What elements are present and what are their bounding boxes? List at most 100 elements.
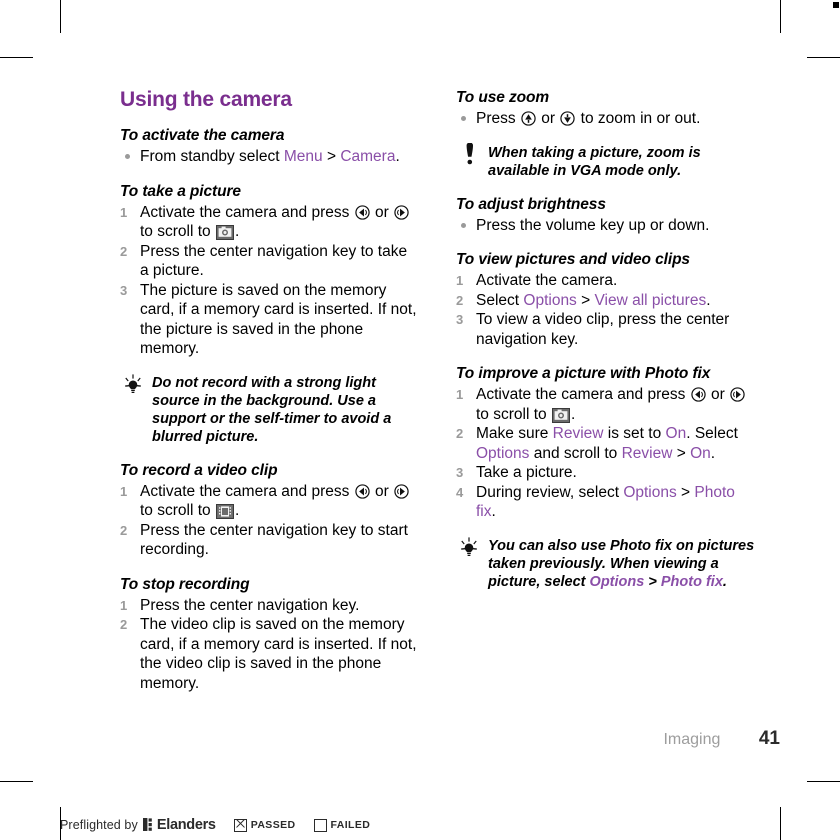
nav-right-key-icon [394, 204, 409, 220]
preflight-brand-text: Elanders [156, 817, 216, 833]
nav-left-key-icon [355, 483, 370, 499]
preflight-brand: Elanders [142, 817, 216, 833]
task-block: To record a video clip 1 Activate the came… [120, 461, 420, 560]
numbered-step-list: 1 Activate the camera. 2 Select Options > V… [456, 271, 756, 349]
callout-note: You can also use Photo fix on pictures t… [456, 536, 756, 591]
ui-term: On [665, 425, 687, 442]
task-block: To view pictures and video clips 1 Activat… [456, 250, 756, 349]
task-block: To activate the camera From standby selec… [120, 126, 420, 167]
task-heading: To use zoom [456, 89, 550, 106]
page-number: 41 [758, 728, 780, 749]
step-number: 1 [120, 483, 128, 499]
step-text: Press the center navigation key. [140, 596, 360, 614]
step-item: 2 Make sure Review is set to On. Select O… [456, 424, 756, 463]
step-text: The picture is saved on the memory card,… [140, 281, 417, 358]
bullet-step-list: Press the volume key up or down. [456, 216, 756, 236]
step-item: 4 During review, select Options > Photo f… [456, 483, 756, 522]
task-heading: To view pictures and video clips [456, 251, 690, 268]
step-number: 1 [120, 597, 128, 613]
ui-term: Options [589, 573, 645, 590]
bullet-dot-icon [461, 222, 466, 228]
step-item: 3 Take a picture. [456, 463, 756, 483]
callout-text: Do not record with a strong light source… [152, 374, 392, 445]
step-text: The video clip is saved on the memory ca… [140, 616, 417, 692]
task-block: To use zoom Press or to zoom in or out. [456, 88, 756, 129]
nav-right-key-icon [730, 387, 745, 402]
checked-box-icon [233, 818, 247, 832]
camera-mode-icon [215, 225, 234, 240]
step-number: 3 [456, 312, 464, 327]
task-block: To stop recording 1 Press the center navig… [120, 575, 420, 694]
step-number: 2 [120, 243, 128, 259]
elanders-logo-icon [142, 818, 154, 831]
step-number: 2 [456, 426, 464, 441]
tip-lightbulb-icon [456, 536, 482, 560]
preflight-stamp: Preflighted by Elanders PASSED FAILED [60, 810, 370, 840]
step-number: 1 [456, 273, 464, 288]
note-exclamation-icon [456, 141, 482, 167]
step-item: 3 To view a video clip, press the center … [456, 310, 756, 349]
callout-text: You can also use Photo fix on pictures t… [488, 537, 755, 590]
ui-term: View all pictures [594, 291, 707, 309]
numbered-step-list: 1 Activate the camera and press or to scr… [456, 385, 756, 522]
step-text: To view a video clip, press the center n… [476, 311, 730, 348]
ui-term: Photo fix [476, 483, 735, 521]
ui-term: Options [523, 291, 577, 309]
page-title: Using the camera [120, 88, 292, 111]
nav-right-key-icon [394, 483, 409, 499]
step-item: From standby select Menu > Camera. [120, 147, 420, 167]
callout-note: When taking a picture, zoom is available… [456, 141, 756, 180]
task-block: To adjust brightness Press the volume key… [456, 195, 756, 236]
step-text: Take a picture. [476, 464, 577, 481]
task-heading: To take a picture [120, 182, 241, 200]
volume-down-key-icon [560, 111, 576, 126]
manual-page: Using the camera To activate the camera F… [0, 0, 840, 840]
step-text: From standby select Menu > Camera. [140, 148, 400, 165]
step-item: 1 Activate the camera and press or to scr… [120, 203, 420, 242]
nav-left-key-icon [355, 204, 370, 220]
step-number: 2 [120, 522, 128, 538]
task-block: To take a picture 1 Activate the camera an… [120, 182, 420, 359]
preflight-failed-label: FAILED [330, 819, 371, 831]
numbered-step-list: 1 Press the center navigation key. 2 The vi… [120, 596, 420, 694]
step-number: 1 [456, 387, 464, 402]
step-number: 1 [120, 204, 128, 220]
nav-left-key-icon [691, 387, 706, 402]
step-number: 3 [120, 282, 128, 298]
step-number: 3 [456, 465, 464, 480]
task-heading: To activate the camera [120, 127, 285, 144]
preflight-passed-label: PASSED [250, 819, 296, 831]
preflight-passed: PASSED [233, 818, 296, 832]
step-item: Press the volume key up or down. [456, 216, 756, 236]
step-text: Activate the camera and press or to scro… [140, 483, 410, 519]
right-column-content: To use zoom Press or to zoom in or out. Wh… [456, 88, 756, 591]
callout-note: Do not record with a strong light source… [120, 373, 420, 446]
empty-box-icon [313, 818, 327, 832]
step-number: 4 [456, 484, 464, 500]
step-text: Press or to zoom in or out. [476, 110, 701, 127]
right-column: To use zoom Press or to zoom in or out. Wh… [456, 88, 756, 606]
step-item: 2 Press the center navigation key to take… [120, 242, 420, 281]
step-text: Press the center navigation key to take … [140, 242, 408, 280]
task-block: To improve a picture with Photo fix 1 Acti… [456, 364, 756, 522]
task-heading: To record a video clip [120, 461, 278, 479]
step-text: Press the volume key up or down. [476, 216, 710, 234]
ui-term: Review [621, 444, 673, 462]
page-footer: Imaging 41 [120, 728, 780, 750]
step-item: 2 Select Options > View all pictures. [456, 291, 756, 311]
footer-chapter-name: Imaging [663, 731, 721, 748]
ui-term: Photo fix [660, 573, 723, 590]
task-heading: To improve a picture with Photo fix [456, 365, 711, 382]
video-mode-icon [215, 504, 234, 519]
step-text: Activate the camera and press or to scro… [140, 204, 410, 240]
step-item: 1 Press the center navigation key. [120, 596, 420, 616]
step-item: 2 Press the center navigation key to star… [120, 521, 420, 560]
left-column: Using the camera To activate the camera F… [120, 88, 420, 708]
step-text: Make sure Review is set to On. Select Op… [476, 425, 738, 462]
step-text: Select Options > View all pictures. [476, 291, 711, 309]
left-column-content: To activate the camera From standby selec… [120, 126, 420, 693]
step-text: Activate the camera and press or to scro… [476, 386, 746, 423]
ui-term: Menu [283, 148, 323, 165]
volume-up-key-icon [521, 111, 536, 126]
step-text: Press the center navigation key to start… [140, 521, 408, 559]
